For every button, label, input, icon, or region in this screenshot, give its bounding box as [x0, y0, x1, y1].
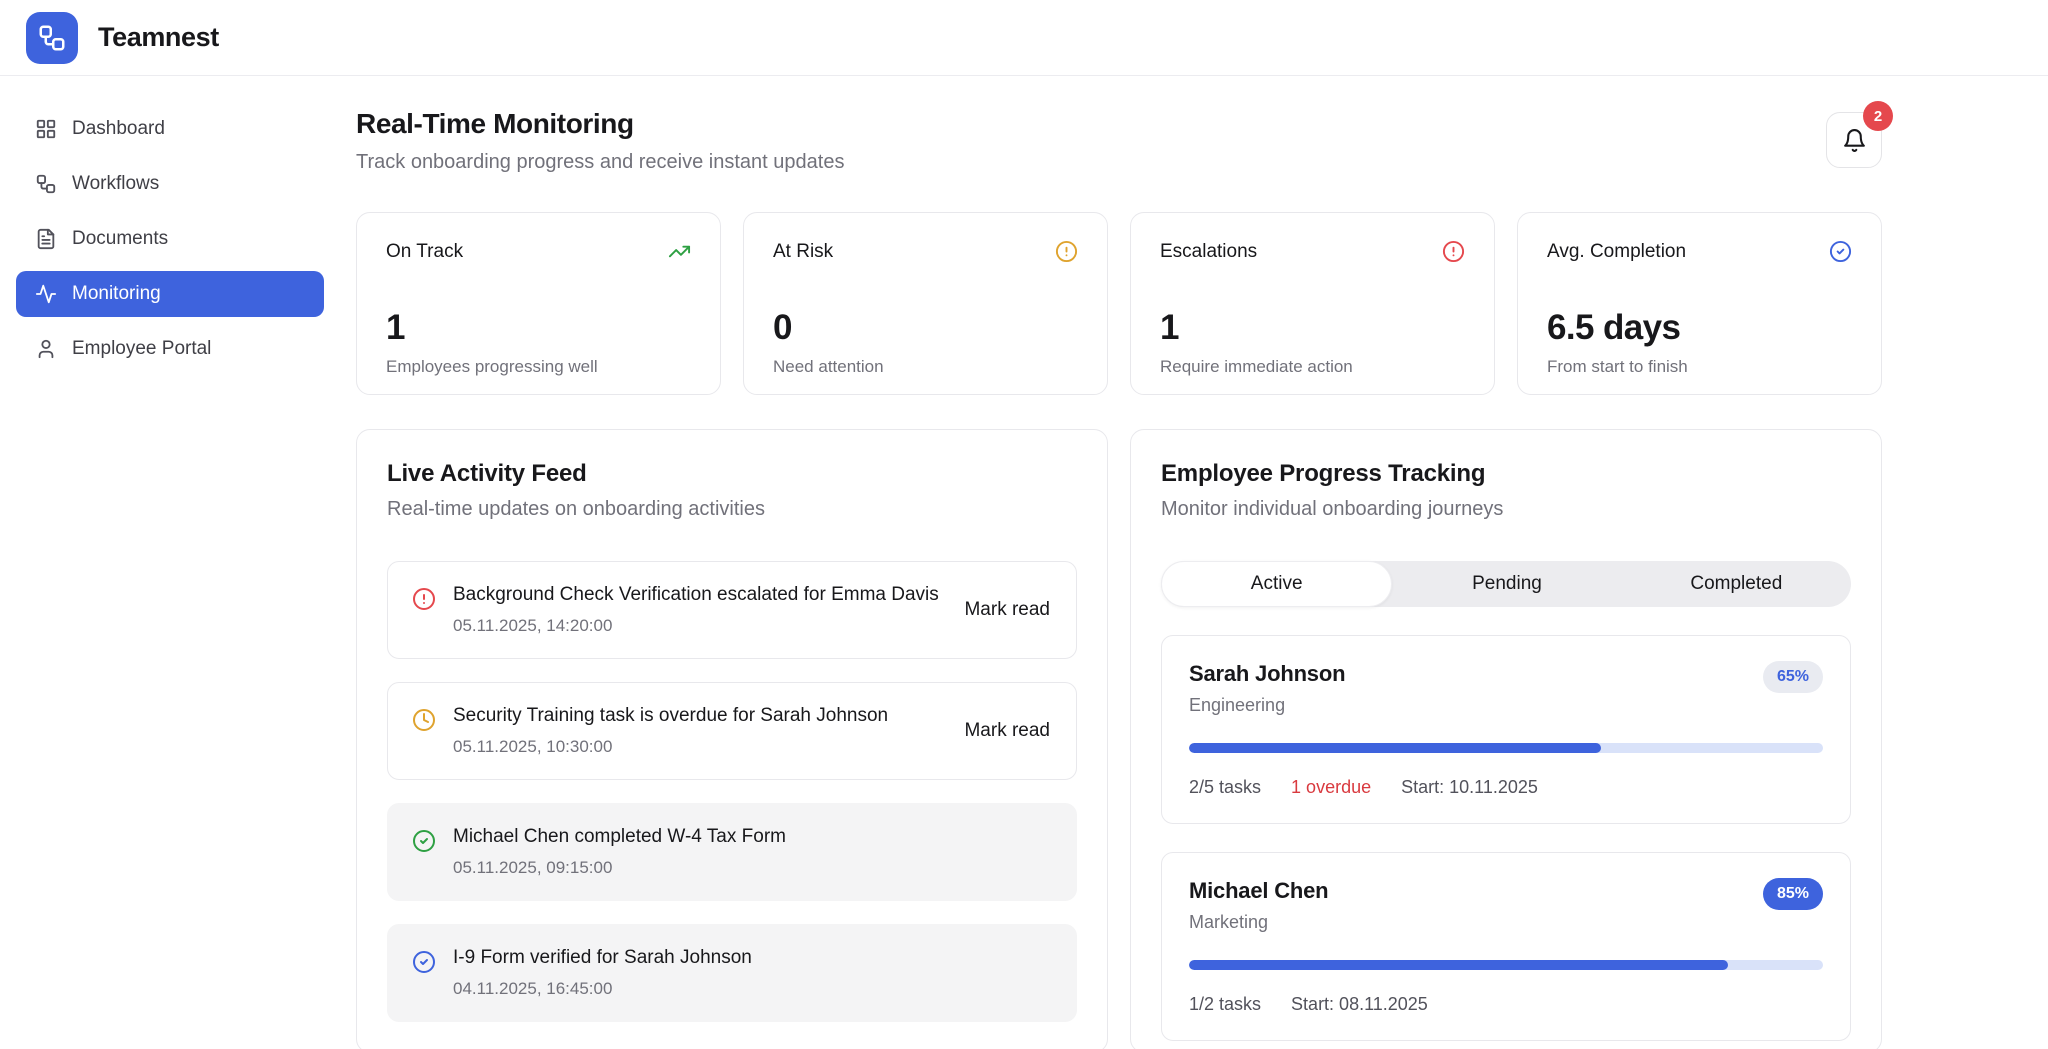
- progress-bar: [1189, 743, 1823, 753]
- feed-message: Security Training task is overdue for Sa…: [453, 705, 945, 727]
- document-icon: [35, 228, 57, 250]
- stat-caption: Employees progressing well: [386, 357, 691, 377]
- start-date: Start: 10.11.2025: [1401, 777, 1538, 798]
- mark-read-button[interactable]: Mark read: [962, 595, 1052, 625]
- workflow-logo-icon: [37, 23, 67, 53]
- bell-icon: [1842, 128, 1867, 153]
- progress-tabs: Active Pending Completed: [1161, 561, 1851, 607]
- feed-message: Background Check Verification escalated …: [453, 584, 945, 606]
- employee-card[interactable]: Sarah Johnson Engineering 65% 2/5 tasks …: [1161, 635, 1851, 824]
- sidebar: Dashboard Workflows Documents Monitoring…: [0, 76, 340, 1049]
- sidebar-item-label: Dashboard: [72, 118, 165, 140]
- tab-pending[interactable]: Pending: [1392, 561, 1621, 607]
- stat-title: At Risk: [773, 241, 833, 263]
- sidebar-item-workflows[interactable]: Workflows: [16, 161, 324, 207]
- employee-name: Michael Chen: [1189, 878, 1328, 904]
- panel-title: Live Activity Feed: [387, 460, 1077, 488]
- page-title: Real-Time Monitoring: [356, 108, 844, 140]
- activity-pulse-icon: [35, 283, 57, 305]
- stat-value: 1: [386, 308, 691, 348]
- live-activity-feed-panel: Live Activity Feed Real-time updates on …: [356, 429, 1108, 1049]
- completion-badge: 65%: [1763, 661, 1823, 693]
- panel-subtitle: Real-time updates on onboarding activiti…: [387, 498, 1077, 521]
- panel-subtitle: Monitor individual onboarding journeys: [1161, 498, 1851, 521]
- alert-circle-icon: [412, 587, 436, 611]
- tab-completed[interactable]: Completed: [1622, 561, 1851, 607]
- stat-card-escalations: Escalations 1 Require immediate action: [1130, 212, 1495, 395]
- app-logo: [26, 12, 78, 64]
- check-circle-icon: [412, 950, 436, 974]
- trending-up-icon: [668, 240, 691, 263]
- activity-feed-list: Background Check Verification escalated …: [387, 561, 1077, 1022]
- check-circle-icon: [412, 829, 436, 853]
- feed-timestamp: 04.11.2025, 16:45:00: [453, 979, 1052, 999]
- employee-card[interactable]: Michael Chen Marketing 85% 1/2 tasks Sta…: [1161, 852, 1851, 1041]
- employee-department: Engineering: [1189, 695, 1345, 716]
- stat-title: Avg. Completion: [1547, 241, 1686, 263]
- stat-card-at-risk: At Risk 0 Need attention: [743, 212, 1108, 395]
- sidebar-item-label: Employee Portal: [72, 338, 211, 360]
- progress-bar-fill: [1189, 743, 1601, 753]
- feed-item: Security Training task is overdue for Sa…: [387, 682, 1077, 780]
- alert-circle-icon: [1442, 240, 1465, 263]
- workflow-nodes-icon: [35, 173, 57, 195]
- stat-caption: Need attention: [773, 357, 1078, 377]
- progress-bar-fill: [1189, 960, 1728, 970]
- overdue-count: 1 overdue: [1291, 777, 1371, 798]
- mark-read-button[interactable]: Mark read: [962, 716, 1052, 746]
- clock-icon: [412, 708, 436, 732]
- page-header: Real-Time Monitoring Track onboarding pr…: [356, 108, 1882, 174]
- stat-value: 6.5 days: [1547, 308, 1852, 348]
- notifications-count-badge: 2: [1863, 101, 1893, 131]
- stat-value: 0: [773, 308, 1078, 348]
- employee-department: Marketing: [1189, 912, 1328, 933]
- stat-title: Escalations: [1160, 241, 1257, 263]
- sidebar-item-monitoring[interactable]: Monitoring: [16, 271, 324, 317]
- sidebar-item-dashboard[interactable]: Dashboard: [16, 106, 324, 152]
- dashboard-grid-icon: [35, 118, 57, 140]
- stat-card-avg-completion: Avg. Completion 6.5 days From start to f…: [1517, 212, 1882, 395]
- notifications-button[interactable]: 2: [1826, 112, 1882, 168]
- panel-title: Employee Progress Tracking: [1161, 460, 1851, 488]
- user-icon: [35, 338, 57, 360]
- employee-name: Sarah Johnson: [1189, 661, 1345, 687]
- tasks-count: 1/2 tasks: [1189, 994, 1261, 1015]
- page-subtitle: Track onboarding progress and receive in…: [356, 151, 844, 174]
- feed-timestamp: 05.11.2025, 10:30:00: [453, 737, 945, 757]
- sidebar-item-employee-portal[interactable]: Employee Portal: [16, 326, 324, 372]
- feed-item: Michael Chen completed W-4 Tax Form 05.1…: [387, 803, 1077, 901]
- app-header: Teamnest: [0, 0, 2048, 76]
- sidebar-item-label: Documents: [72, 228, 168, 250]
- sidebar-item-documents[interactable]: Documents: [16, 216, 324, 262]
- feed-timestamp: 05.11.2025, 09:15:00: [453, 858, 1052, 878]
- check-circle-icon: [1829, 240, 1852, 263]
- stat-title: On Track: [386, 241, 463, 263]
- sidebar-item-label: Workflows: [72, 173, 159, 195]
- main-content: Real-Time Monitoring Track onboarding pr…: [340, 76, 2048, 1049]
- tab-active[interactable]: Active: [1161, 561, 1392, 607]
- start-date: Start: 08.11.2025: [1291, 994, 1428, 1015]
- stats-row: On Track 1 Employees progressing well At…: [356, 212, 1882, 395]
- feed-item: I-9 Form verified for Sarah Johnson 04.1…: [387, 924, 1077, 1022]
- sidebar-item-label: Monitoring: [72, 283, 161, 305]
- feed-timestamp: 05.11.2025, 14:20:00: [453, 616, 945, 636]
- alert-circle-icon: [1055, 240, 1078, 263]
- completion-badge: 85%: [1763, 878, 1823, 910]
- feed-item: Background Check Verification escalated …: [387, 561, 1077, 659]
- progress-bar: [1189, 960, 1823, 970]
- stat-card-on-track: On Track 1 Employees progressing well: [356, 212, 721, 395]
- stat-value: 1: [1160, 308, 1465, 348]
- employee-progress-panel: Employee Progress Tracking Monitor indiv…: [1130, 429, 1882, 1049]
- tasks-count: 2/5 tasks: [1189, 777, 1261, 798]
- brand-name: Teamnest: [98, 22, 219, 53]
- stat-caption: Require immediate action: [1160, 357, 1465, 377]
- feed-message: Michael Chen completed W-4 Tax Form: [453, 826, 1052, 848]
- feed-message: I-9 Form verified for Sarah Johnson: [453, 947, 1052, 969]
- stat-caption: From start to finish: [1547, 357, 1852, 377]
